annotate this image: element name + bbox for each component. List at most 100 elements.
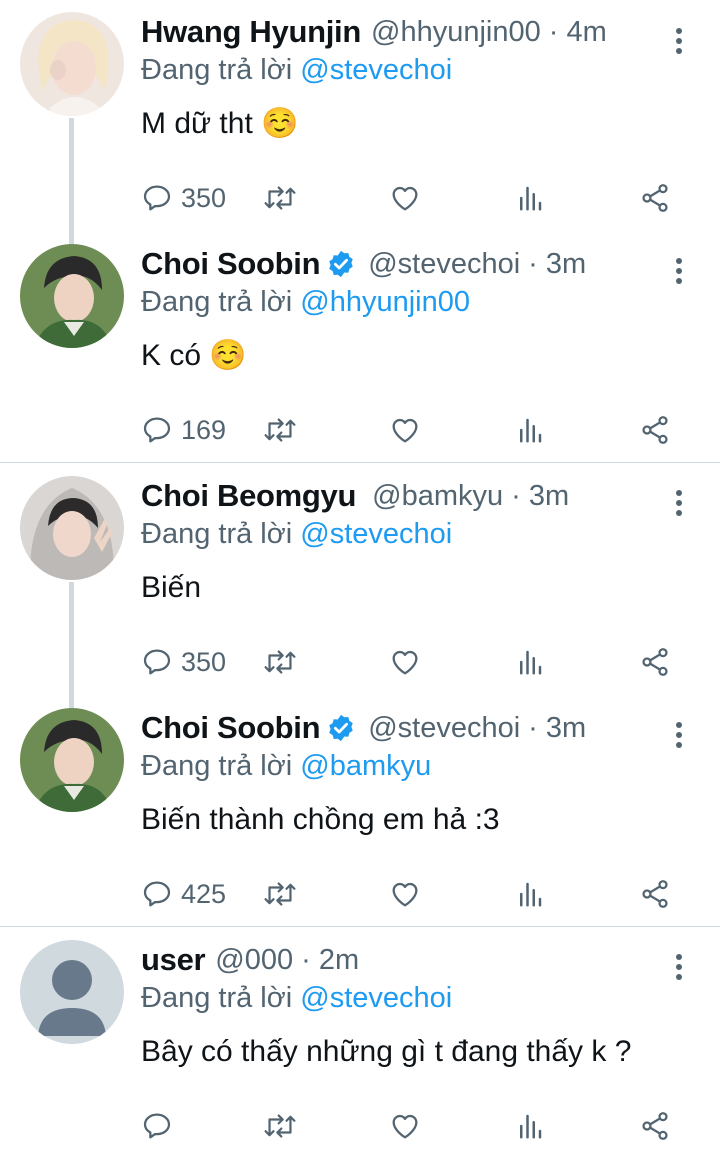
- analytics-icon: [520, 186, 542, 211]
- reply-count: 425: [181, 878, 227, 909]
- analytics-icon: [520, 418, 542, 443]
- retweet-icon: [264, 650, 296, 674]
- tweet-text: M dữ tht ☺️: [141, 107, 299, 140]
- display-name[interactable]: Choi Soobin: [141, 246, 321, 282]
- retweet-button[interactable]: [263, 180, 297, 216]
- display-name[interactable]: Choi Soobin: [141, 710, 321, 746]
- tweet-text: Biến: [141, 571, 202, 604]
- display-name[interactable]: Hwang Hyunjin: [141, 14, 361, 50]
- reply-icon: [143, 649, 171, 675]
- share-button[interactable]: [639, 876, 671, 912]
- views-button[interactable]: [515, 1108, 545, 1144]
- mention-link[interactable]: @stevechoi: [300, 982, 452, 1014]
- tweet[interactable]: Choi Soobin @stevechoi · 3m Đang trả lời…: [0, 696, 720, 928]
- timestamp[interactable]: · 3m: [528, 248, 586, 281]
- reply-feed: Hwang Hyunjin @hhyunjin00 · 4m Đang trả …: [0, 0, 720, 1154]
- heart-icon: [392, 418, 418, 443]
- avatar[interactable]: [20, 476, 124, 580]
- like-button[interactable]: [389, 644, 421, 680]
- user-handle[interactable]: @hhyunjin00: [371, 16, 541, 49]
- like-button[interactable]: [389, 876, 421, 912]
- views-button[interactable]: [515, 412, 545, 448]
- thread-divider: [0, 462, 720, 463]
- like-button[interactable]: [389, 412, 421, 448]
- replying-to-label: Đang trả lời: [141, 286, 293, 318]
- analytics-icon: [520, 1114, 542, 1139]
- replying-to-label: Đang trả lời: [141, 54, 293, 86]
- more-vertical-icon[interactable]: [672, 722, 686, 752]
- reply-count: 350: [181, 182, 227, 213]
- heart-icon: [392, 1114, 418, 1139]
- share-icon: [642, 416, 668, 444]
- tweet[interactable]: Choi Beomgyu @bamkyu · 3m Đang trả lời @…: [0, 464, 720, 710]
- tweet-text: Bây có thấy những gì t đang thấy k ?: [141, 1035, 632, 1068]
- reply-button[interactable]: 350: [141, 180, 226, 216]
- thread-line: [69, 118, 74, 246]
- verified-badge-icon: [329, 250, 353, 278]
- reply-count: 169: [181, 414, 227, 445]
- retweet-button[interactable]: [263, 1108, 297, 1144]
- retweet-icon: [264, 418, 296, 442]
- retweet-button[interactable]: [263, 876, 297, 912]
- views-button[interactable]: [515, 180, 545, 216]
- share-button[interactable]: [639, 412, 671, 448]
- share-button[interactable]: [639, 180, 671, 216]
- replying-to: Đang trả lời @stevechoi: [141, 982, 720, 1018]
- display-name[interactable]: Choi Beomgyu: [141, 478, 356, 514]
- more-vertical-icon[interactable]: [672, 28, 686, 58]
- more-vertical-icon[interactable]: [672, 258, 686, 288]
- tweet[interactable]: Hwang Hyunjin @hhyunjin00 · 4m Đang trả …: [0, 0, 720, 246]
- more-vertical-icon[interactable]: [672, 954, 686, 984]
- heart-icon: [392, 186, 418, 211]
- more-vertical-icon[interactable]: [672, 490, 686, 520]
- display-name[interactable]: user: [141, 942, 206, 978]
- timestamp[interactable]: · 2m: [301, 944, 359, 977]
- avatar[interactable]: [20, 940, 124, 1044]
- reply-button[interactable]: 169: [141, 412, 226, 448]
- timestamp[interactable]: · 4m: [549, 16, 607, 49]
- replying-to-label: Đang trả lời: [141, 518, 293, 550]
- thread-divider: [0, 926, 720, 927]
- share-button[interactable]: [639, 644, 671, 680]
- reply-button[interactable]: 350: [141, 644, 226, 680]
- retweet-button[interactable]: [263, 412, 297, 448]
- mention-link[interactable]: @hhyunjin00: [300, 286, 470, 318]
- reply-count: 350: [181, 646, 227, 677]
- like-button[interactable]: [389, 180, 421, 216]
- mention-link[interactable]: @stevechoi: [300, 54, 452, 86]
- share-icon: [642, 880, 668, 908]
- timestamp[interactable]: · 3m: [511, 480, 569, 513]
- thread-line: [69, 582, 74, 710]
- tweet[interactable]: user @000 · 2m Đang trả lời @stevechoi B…: [0, 928, 720, 1154]
- retweet-button[interactable]: [263, 644, 297, 680]
- views-button[interactable]: [515, 876, 545, 912]
- tweet[interactable]: Choi Soobin @stevechoi · 3m Đang trả lời…: [0, 232, 720, 464]
- share-button[interactable]: [639, 1108, 671, 1144]
- user-handle[interactable]: @stevechoi: [368, 712, 520, 745]
- avatar[interactable]: [20, 12, 124, 116]
- avatar[interactable]: [20, 708, 124, 812]
- user-handle[interactable]: @bamkyu: [372, 480, 503, 513]
- reply-icon: [143, 417, 171, 443]
- replying-to-label: Đang trả lời: [141, 750, 293, 782]
- user-handle[interactable]: @000: [215, 944, 293, 977]
- avatar[interactable]: [20, 244, 124, 348]
- heart-icon: [392, 882, 418, 907]
- user-handle[interactable]: @stevechoi: [368, 248, 520, 281]
- timestamp[interactable]: · 3m: [528, 712, 586, 745]
- retweet-icon: [264, 186, 296, 210]
- analytics-icon: [520, 650, 542, 675]
- verified-badge-icon: [329, 714, 353, 742]
- like-button[interactable]: [389, 1108, 421, 1144]
- views-button[interactable]: [515, 644, 545, 680]
- reply-button[interactable]: 425: [141, 876, 226, 912]
- analytics-icon: [520, 882, 542, 907]
- reply-button[interactable]: [141, 1108, 181, 1144]
- reply-icon: [143, 185, 171, 211]
- share-icon: [642, 184, 668, 212]
- mention-link[interactable]: @stevechoi: [300, 518, 452, 550]
- replying-to: Đang trả lời @hhyunjin00: [141, 286, 720, 322]
- tweet-text: K có ☺️: [141, 339, 247, 372]
- replying-to: Đang trả lời @bamkyu: [141, 750, 720, 786]
- mention-link[interactable]: @bamkyu: [300, 750, 431, 782]
